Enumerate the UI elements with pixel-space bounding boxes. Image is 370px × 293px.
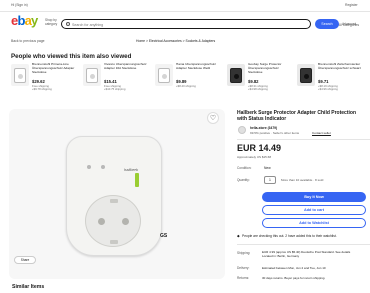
people-viewed-title: People who viewed this item also viewed: [11, 53, 132, 60]
shop-by-category[interactable]: Shop by category: [45, 18, 59, 27]
viewed-item-title[interactable]: Hama Überspannungsschutz Adapter Steckdo…: [176, 63, 220, 78]
status-led: [101, 165, 105, 169]
contact-seller-link[interactable]: Contact seller: [312, 131, 331, 135]
viewed-item-card[interactable]: Goobay Surge Protector Überspannungsschu…: [227, 62, 293, 102]
viewed-item-image[interactable]: [297, 64, 315, 86]
plug-image-icon: [86, 68, 98, 83]
plug-image-icon: [300, 68, 312, 83]
socket-outlet: [85, 195, 141, 247]
status-led: [87, 165, 91, 169]
viewed-item-card[interactable]: Hama Überspannungsschutz Adapter Steckdo…: [155, 62, 221, 102]
ground-clip: [110, 199, 118, 203]
viewed-item-title[interactable]: Vivanco Überspannungsschutz Adapter 16A …: [104, 63, 148, 78]
add-to-cart-button[interactable]: Add to cart: [262, 205, 366, 215]
share-button[interactable]: Share: [14, 256, 36, 264]
shipping-value: EUR 4.99 (approx US $5.40) Deutsche Post…: [262, 250, 351, 258]
viewed-item-image[interactable]: [227, 64, 245, 86]
viewed-item-meta: Free shipping +$9.78 shipping: [32, 83, 52, 92]
ground-clip: [110, 240, 118, 244]
back-link[interactable]: Back to previous page: [11, 39, 45, 43]
plug-image-icon: [158, 68, 170, 83]
product-image[interactable]: hallberk: [66, 136, 162, 256]
viewed-item-title[interactable]: Brennenstuhl Zwischenstecker Überspannun…: [318, 63, 362, 78]
heart-icon[interactable]: ♡: [207, 112, 219, 124]
search-button[interactable]: Search: [315, 19, 339, 29]
condition-label: Condition:: [237, 166, 252, 170]
price-approx: Approximately US $15.68: [237, 155, 272, 159]
viewed-item-card[interactable]: Vivanco Überspannungsschutz Adapter 16A …: [83, 62, 149, 102]
condition-value: New: [264, 166, 271, 170]
popular-icon: ◆: [237, 234, 240, 238]
quantity-input[interactable]: 1: [264, 176, 276, 184]
sign-in-link[interactable]: Hi (Sign in): [11, 3, 28, 7]
plug-image-icon: [14, 68, 26, 83]
similar-items-title: Similar Items: [12, 284, 45, 290]
quantity-label: Quantity:: [237, 178, 250, 182]
popular-notice: People are checking this out. 2 have add…: [242, 234, 337, 238]
gs-mark: GS: [160, 233, 168, 239]
divider: [237, 244, 370, 245]
breadcrumb[interactable]: Home > Electrical Accessories > Sockets …: [136, 39, 215, 43]
seller-name[interactable]: hella-store (3479): [250, 126, 277, 130]
search-icon: [66, 22, 70, 27]
avatar[interactable]: [238, 126, 246, 134]
product-brand-mark: hallberk: [124, 167, 139, 172]
viewed-item-meta: +$8.40 shipping: [176, 83, 196, 88]
viewed-item-image[interactable]: [155, 64, 173, 86]
brand-stripe: [135, 173, 139, 187]
socket-hole: [122, 218, 129, 225]
delivery-label: Delivery:: [237, 266, 250, 270]
price: EUR 14.49: [237, 143, 282, 153]
top-bar: Hi (Sign in) Register: [0, 0, 370, 12]
search-input[interactable]: [72, 21, 272, 28]
viewed-item-card[interactable]: Brennenstuhl Primera-Line Überspannungss…: [11, 62, 77, 102]
viewed-item-title[interactable]: Brennenstuhl Primera-Line Überspannungss…: [32, 63, 76, 78]
returns-label: Returns:: [237, 276, 250, 280]
viewed-item-image[interactable]: [83, 64, 101, 86]
quantity-info: More than 10 available · 8 sold: [281, 178, 324, 182]
viewed-item-meta: +$8.19 shipping +$4.96 shipping: [318, 83, 338, 92]
viewed-item-meta: Free shipping +$10.75 shipping: [104, 83, 126, 92]
advanced-search-link[interactable]: Advanced: [342, 22, 356, 26]
viewed-item-title[interactable]: Goobay Surge Protector Überspannungsschu…: [248, 63, 292, 78]
delivery-value: Estimated between Mon, Jun 2 and Tue, Ju…: [262, 266, 326, 270]
search-bar: All Categories: [61, 19, 359, 29]
divider: [237, 139, 370, 140]
add-to-watchlist-button[interactable]: Add to Watchlist: [262, 218, 366, 228]
buy-now-button[interactable]: Buy It Now: [262, 192, 366, 202]
ebay-logo[interactable]: ebay: [11, 14, 38, 27]
register-link[interactable]: Register: [345, 3, 358, 7]
product-title: Hallberk Surge Protector Adapter Child P…: [237, 110, 357, 123]
viewed-item-image[interactable]: [11, 64, 29, 86]
plug-image-icon: [230, 68, 242, 83]
viewed-item-meta: +$8.31 shipping +$4.98 shipping: [248, 83, 268, 92]
shipping-label: Shipping:: [237, 251, 251, 255]
seller-meta: 99.5% positive · Seller's other items: [250, 131, 300, 135]
viewed-item-card[interactable]: Brennenstuhl Zwischenstecker Überspannun…: [297, 62, 363, 102]
returns-value: 30 days returns. Buyer pays for return s…: [262, 276, 326, 280]
socket-hole: [98, 218, 105, 225]
